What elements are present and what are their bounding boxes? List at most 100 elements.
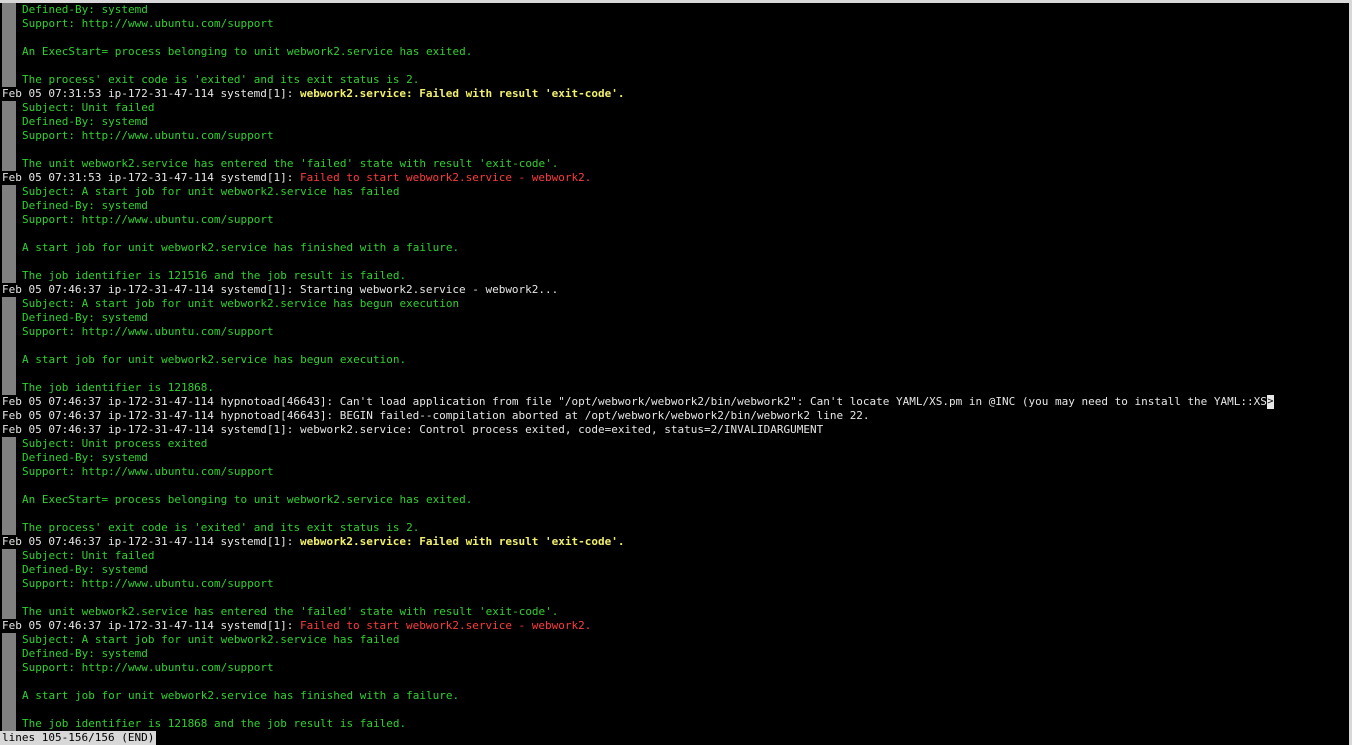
- catalog-margin-bar: [2, 157, 16, 171]
- catalog-margin-bar: [2, 297, 16, 311]
- log-line: Feb 05 07:31:53 ip-172-31-47-114 systemd…: [2, 87, 1346, 101]
- catalog-text: The job identifier is 121868 and the job…: [22, 717, 407, 730]
- catalog-margin-bar: [2, 577, 16, 591]
- log-line: A start job for unit webwork2.service ha…: [2, 353, 1346, 367]
- catalog-text: Defined-By: systemd: [22, 3, 148, 16]
- catalog-text: The process' exit code is 'exited' and i…: [22, 521, 420, 534]
- catalog-margin-bar: [2, 311, 16, 325]
- catalog-text: Subject: A start job for unit webwork2.s…: [22, 185, 400, 198]
- log-line: Feb 05 07:46:37 ip-172-31-47-114 systemd…: [2, 283, 1346, 297]
- catalog-margin-bar: [2, 3, 16, 17]
- terminal-window[interactable]: Defined-By: systemd Support: http://www.u…: [0, 0, 1352, 745]
- catalog-text: Defined-By: systemd: [22, 115, 148, 128]
- catalog-margin-bar: [2, 507, 16, 521]
- catalog-margin-bar: [2, 493, 16, 507]
- catalog-margin-bar: [2, 17, 16, 31]
- catalog-margin-bar: [2, 73, 16, 87]
- log-line: [2, 479, 1346, 493]
- log-line: [2, 59, 1346, 73]
- log-line: [2, 31, 1346, 45]
- catalog-margin-bar: [2, 381, 16, 395]
- catalog-margin-bar: [2, 339, 16, 353]
- catalog-margin-bar: [2, 549, 16, 563]
- catalog-text: The job identifier is 121868.: [22, 381, 215, 394]
- log-line: [2, 143, 1346, 157]
- log-line: Feb 05 07:46:37 ip-172-31-47-114 systemd…: [2, 423, 1346, 437]
- log-line: [2, 507, 1346, 521]
- log-line: The unit webwork2.service has entered th…: [2, 157, 1346, 171]
- log-line: Subject: Unit process exited: [2, 437, 1346, 451]
- catalog-margin-bar: [2, 367, 16, 381]
- catalog-margin-bar: [2, 241, 16, 255]
- log-line: Support: http://www.ubuntu.com/support: [2, 465, 1346, 479]
- log-line: Subject: A start job for unit webwork2.s…: [2, 185, 1346, 199]
- catalog-text: Support: http://www.ubuntu.com/support: [22, 325, 274, 338]
- log-line: Support: http://www.ubuntu.com/support: [2, 17, 1346, 31]
- log-line: Subject: A start job for unit webwork2.s…: [2, 297, 1346, 311]
- catalog-margin-bar: [2, 591, 16, 605]
- catalog-margin-bar: [2, 129, 16, 143]
- log-line: Defined-By: systemd: [2, 451, 1346, 465]
- catalog-margin-bar: [2, 269, 16, 283]
- log-line: Support: http://www.ubuntu.com/support: [2, 577, 1346, 591]
- log-line: An ExecStart= process belonging to unit …: [2, 493, 1346, 507]
- log-line: The unit webwork2.service has entered th…: [2, 605, 1346, 619]
- log-line: [2, 703, 1346, 717]
- catalog-text: An ExecStart= process belonging to unit …: [22, 493, 473, 506]
- catalog-margin-bar: [2, 213, 16, 227]
- log-line: A start job for unit webwork2.service ha…: [2, 241, 1346, 255]
- log-line: The process' exit code is 'exited' and i…: [2, 521, 1346, 535]
- log-line: [2, 675, 1346, 689]
- catalog-margin-bar: [2, 717, 16, 731]
- log-line: Subject: Unit failed: [2, 101, 1346, 115]
- log-prefix: Feb 05 07:31:53 ip-172-31-47-114 systemd…: [2, 171, 301, 184]
- log-line: Feb 05 07:46:37 ip-172-31-47-114 systemd…: [2, 619, 1346, 633]
- log-line: [2, 591, 1346, 605]
- log-line: Defined-By: systemd: [2, 199, 1346, 213]
- log-line: Defined-By: systemd: [2, 115, 1346, 129]
- log-line: Defined-By: systemd: [2, 647, 1346, 661]
- catalog-margin-bar: [2, 451, 16, 465]
- error-message: Failed to start webwork2.service - webwo…: [300, 619, 592, 632]
- catalog-text: The unit webwork2.service has entered th…: [22, 605, 559, 618]
- catalog-text: Subject: A start job for unit webwork2.s…: [22, 633, 400, 646]
- catalog-margin-bar: [2, 325, 16, 339]
- catalog-text: Support: http://www.ubuntu.com/support: [22, 213, 274, 226]
- warning-message: webwork2.service: Failed with result 'ex…: [300, 535, 625, 548]
- catalog-text: A start job for unit webwork2.service ha…: [22, 241, 460, 254]
- log-line: Support: http://www.ubuntu.com/support: [2, 129, 1346, 143]
- catalog-text: A start job for unit webwork2.service ha…: [22, 353, 407, 366]
- log-line: The job identifier is 121868 and the job…: [2, 717, 1346, 731]
- catalog-margin-bar: [2, 185, 16, 199]
- log-line: [2, 367, 1346, 381]
- catalog-margin-bar: [2, 703, 16, 717]
- catalog-text: Defined-By: systemd: [22, 451, 148, 464]
- catalog-margin-bar: [2, 143, 16, 157]
- warning-message: webwork2.service: Failed with result 'ex…: [300, 87, 625, 100]
- log-line: Defined-By: systemd: [2, 3, 1346, 17]
- log-line: [2, 227, 1346, 241]
- log-line: Support: http://www.ubuntu.com/support: [2, 325, 1346, 339]
- log-line: An ExecStart= process belonging to unit …: [2, 45, 1346, 59]
- catalog-text: Defined-By: systemd: [22, 647, 148, 660]
- catalog-margin-bar: [2, 255, 16, 269]
- catalog-text: Support: http://www.ubuntu.com/support: [22, 129, 274, 142]
- log-line: The process' exit code is 'exited' and i…: [2, 73, 1346, 87]
- catalog-text: The unit webwork2.service has entered th…: [22, 157, 559, 170]
- catalog-margin-bar: [2, 45, 16, 59]
- catalog-margin-bar: [2, 101, 16, 115]
- catalog-text: Support: http://www.ubuntu.com/support: [22, 465, 274, 478]
- catalog-text: Support: http://www.ubuntu.com/support: [22, 577, 274, 590]
- catalog-text: Defined-By: systemd: [22, 311, 148, 324]
- catalog-margin-bar: [2, 647, 16, 661]
- log-line: Support: http://www.ubuntu.com/support: [2, 661, 1346, 675]
- catalog-text: Support: http://www.ubuntu.com/support: [22, 17, 274, 30]
- pager-status-bar: lines 105-156/156 (END): [0, 731, 157, 745]
- log-message: Feb 05 07:46:37 ip-172-31-47-114 hypnoto…: [2, 395, 1267, 408]
- catalog-margin-bar: [2, 605, 16, 619]
- log-line: Subject: Unit failed: [2, 549, 1346, 563]
- catalog-margin-bar: [2, 521, 16, 535]
- catalog-text: Subject: Unit process exited: [22, 437, 208, 450]
- catalog-text: The process' exit code is 'exited' and i…: [22, 73, 420, 86]
- catalog-margin-bar: [2, 353, 16, 367]
